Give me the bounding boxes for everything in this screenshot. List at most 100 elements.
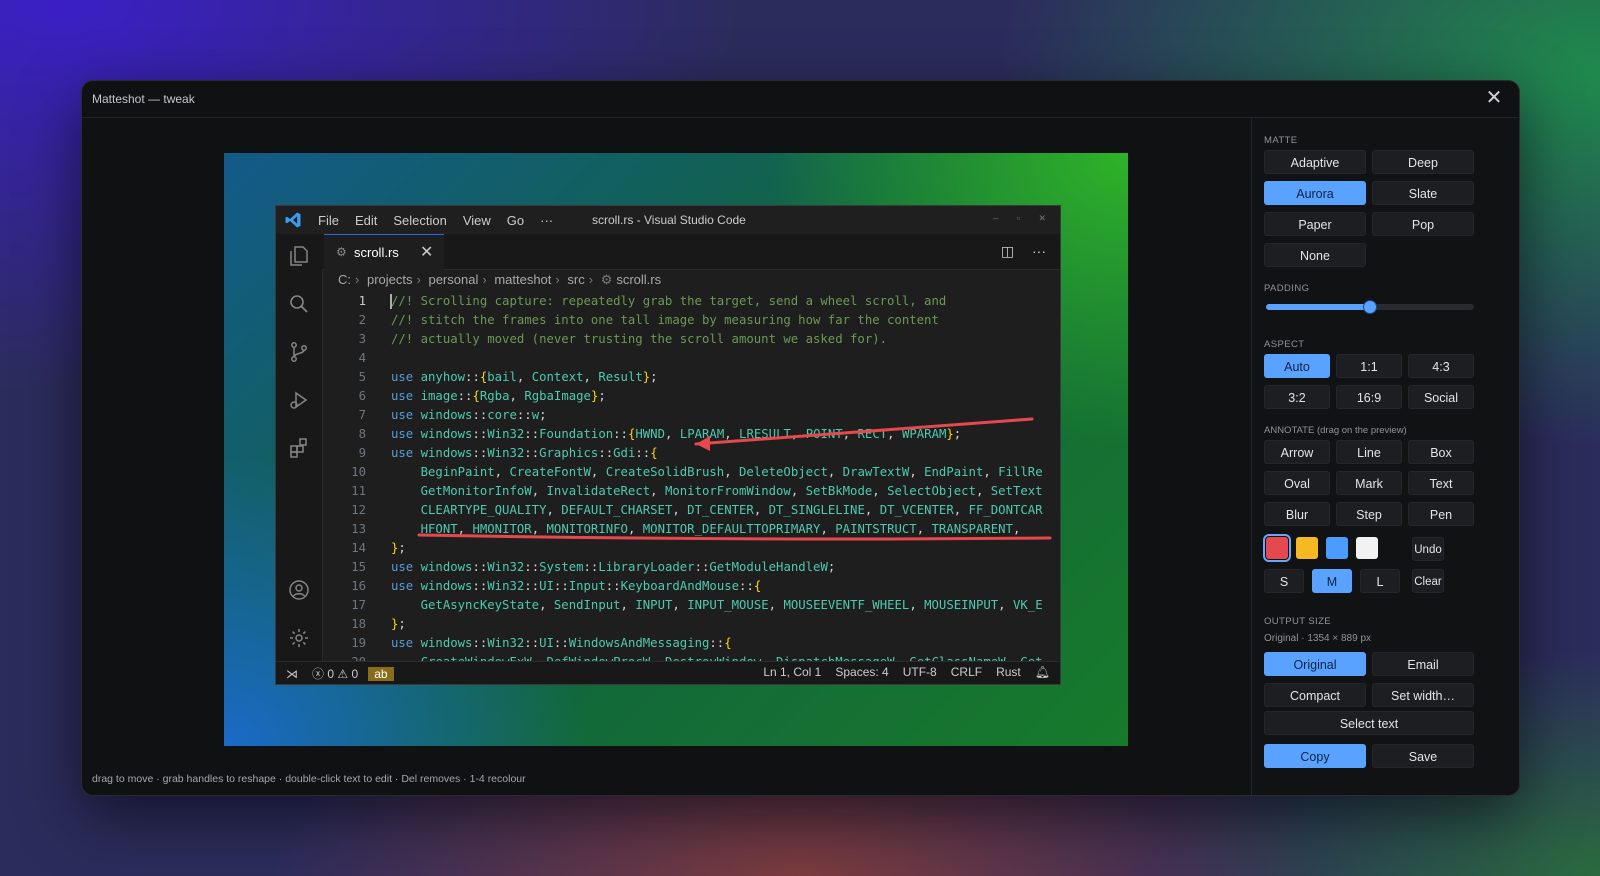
line-number: 8 bbox=[358, 427, 366, 441]
aspect-1-1-button[interactable]: 1:1 bbox=[1336, 354, 1402, 378]
tool-arrow-button[interactable]: Arrow bbox=[1264, 440, 1330, 464]
line-number: 3 bbox=[358, 332, 366, 346]
activity-bar bbox=[276, 234, 323, 662]
close-icon[interactable]: ✕ bbox=[1483, 87, 1505, 109]
menu-go: Go bbox=[506, 213, 525, 228]
line-number: 19 bbox=[351, 636, 366, 650]
line-text: //! actually moved (never trusting the s… bbox=[391, 332, 888, 346]
output-set-width-button[interactable]: Set width… bbox=[1372, 683, 1474, 707]
line-text: use windows::Win32::Foundation::{HWND, L… bbox=[391, 427, 962, 441]
size-s-button[interactable]: S bbox=[1264, 569, 1304, 593]
line-text: CLEARTYPE_QUALITY, DEFAULT_CHARSET, DT_C… bbox=[420, 503, 1043, 517]
tool-line-button[interactable]: Line bbox=[1336, 440, 1402, 464]
matte-adaptive-button[interactable]: Adaptive bbox=[1264, 150, 1366, 174]
padding-slider-fill bbox=[1266, 304, 1370, 310]
matte-slate-button[interactable]: Slate bbox=[1372, 181, 1474, 205]
tab-scroll-rs: ⚙ scroll.rs ✕ bbox=[324, 234, 444, 270]
code-line: 1 //! Scrolling capture: repeatedly grab … bbox=[322, 292, 1060, 311]
tool-step-button[interactable]: Step bbox=[1336, 502, 1402, 526]
bell-icon: 🔔︎ bbox=[1034, 665, 1050, 679]
code-line: 5 use anyhow::{bail, Context, Result}; bbox=[322, 368, 1060, 387]
line-text: use windows::Win32::UI::WindowsAndMessag… bbox=[391, 636, 732, 650]
matte-paper-button[interactable]: Paper bbox=[1264, 212, 1366, 236]
crumb-drive: C: bbox=[338, 272, 351, 287]
editor-tabs: ⚙ scroll.rs ✕ ◫ ··· bbox=[322, 234, 1060, 270]
line-text: }; bbox=[391, 617, 406, 631]
vscode-window-title: scroll.rs - Visual Studio Code bbox=[592, 213, 746, 227]
color-white-swatch[interactable] bbox=[1356, 537, 1378, 559]
chevron-right-icon: › bbox=[355, 272, 360, 287]
select-text-button[interactable]: Select text bbox=[1264, 711, 1474, 735]
line-ending: CRLF bbox=[950, 665, 983, 679]
code-line: 15 use windows::Win32::System::LibraryLoa… bbox=[322, 558, 1060, 577]
code-line: 8 use windows::Win32::Foundation::{HWND, … bbox=[322, 425, 1060, 444]
line-text: //! stitch the frames into one tall imag… bbox=[391, 313, 939, 327]
line-text: use anyhow::{bail, Context, Result}; bbox=[391, 370, 658, 384]
crumb-projects: projects bbox=[366, 272, 413, 287]
code-line: 14}; bbox=[322, 539, 1060, 558]
settings-gear-icon bbox=[290, 629, 308, 647]
encoding: UTF-8 bbox=[902, 665, 937, 679]
output-email-button[interactable]: Email bbox=[1372, 652, 1474, 676]
line-number: 16 bbox=[351, 579, 366, 593]
account-icon bbox=[289, 580, 309, 600]
explorer-icon bbox=[290, 246, 308, 266]
output-original-button[interactable]: Original bbox=[1264, 652, 1366, 676]
menu-more: ··· bbox=[540, 213, 554, 228]
line-number: 15 bbox=[351, 560, 366, 574]
padding-slider-handle[interactable] bbox=[1363, 300, 1377, 314]
color-yellow-swatch[interactable] bbox=[1296, 537, 1318, 559]
code-line: 9 use windows::Win32::Graphics::Gdi::{ bbox=[322, 444, 1060, 463]
status-mode-badge: ab bbox=[368, 666, 394, 681]
more-actions-icon: ··· bbox=[1032, 243, 1046, 259]
padding-slider[interactable] bbox=[1266, 300, 1474, 314]
size-m-button[interactable]: M bbox=[1312, 569, 1352, 593]
output-compact-button[interactable]: Compact bbox=[1264, 683, 1366, 707]
matte-none-button[interactable]: None bbox=[1264, 243, 1366, 267]
size-l-button[interactable]: L bbox=[1360, 569, 1400, 593]
title-bar[interactable]: Matteshot — tweak ✕ bbox=[82, 81, 1519, 118]
breadcrumb: C: › projects › personal › matteshot › src › … bbox=[338, 272, 665, 288]
matte-aurora-button[interactable]: Aurora bbox=[1264, 181, 1366, 205]
tool-text-button[interactable]: Text bbox=[1408, 471, 1474, 495]
search-icon bbox=[290, 295, 308, 313]
aspect-16-9-button[interactable]: 16:9 bbox=[1336, 385, 1402, 409]
line-text: use windows::core::w; bbox=[391, 408, 547, 422]
vscode-titlebar: File Edit Selection View Go ··· scroll.r… bbox=[276, 206, 1060, 235]
aspect-4-3-button[interactable]: 4:3 bbox=[1408, 354, 1474, 378]
code-line: 13 HFONT, HMONITOR, MONITORINFO, MONITOR… bbox=[322, 520, 1060, 539]
aspect-3-2-button[interactable]: 3:2 bbox=[1264, 385, 1330, 409]
line-number: 11 bbox=[351, 484, 366, 498]
chevron-right-icon: › bbox=[555, 272, 560, 287]
code-line: 3 //! actually moved (never trusting the … bbox=[322, 330, 1060, 349]
code-line: 11 GetMonitorInfoW, InvalidateRect, Moni… bbox=[322, 482, 1060, 501]
line-text: GetAsyncKeyState, SendInput, INPUT, INPU… bbox=[420, 598, 1043, 612]
aspect-social-button[interactable]: Social bbox=[1408, 385, 1474, 409]
undo-button[interactable]: Undo bbox=[1412, 537, 1444, 561]
tool-blur-button[interactable]: Blur bbox=[1264, 502, 1330, 526]
line-number: 17 bbox=[351, 598, 366, 612]
menu-view: View bbox=[462, 213, 491, 228]
color-blue-swatch[interactable] bbox=[1326, 537, 1348, 559]
matte-deep-button[interactable]: Deep bbox=[1372, 150, 1474, 174]
save-button[interactable]: Save bbox=[1372, 744, 1474, 768]
preview-canvas[interactable]: File Edit Selection View Go ··· scroll.r… bbox=[224, 153, 1128, 746]
copy-button[interactable]: Copy bbox=[1264, 744, 1366, 768]
warnings-icon: ⚠ bbox=[337, 666, 349, 681]
output-section-label: OUTPUT SIZE bbox=[1264, 616, 1332, 627]
menu-edit: Edit bbox=[354, 213, 378, 228]
color-red-swatch[interactable] bbox=[1263, 534, 1291, 562]
line-text: BeginPaint, CreateFontW, CreateSolidBrus… bbox=[420, 465, 1043, 479]
window-title: Matteshot — tweak bbox=[92, 92, 195, 106]
tool-box-button[interactable]: Box bbox=[1408, 440, 1474, 464]
settings-panel: MATTE Adaptive Deep Aurora Slate Paper P… bbox=[1251, 118, 1519, 795]
aspect-auto-button[interactable]: Auto bbox=[1264, 354, 1330, 378]
status-bar: ⋊ ⓧ 0 ⚠ 0 ab Ln 1, Col 1 Spaces: 4 UTF-8… bbox=[276, 661, 1060, 684]
tool-oval-button[interactable]: Oval bbox=[1264, 471, 1330, 495]
line-number: 5 bbox=[358, 370, 366, 384]
clear-button[interactable]: Clear bbox=[1412, 569, 1444, 593]
tool-pen-button[interactable]: Pen bbox=[1408, 502, 1474, 526]
matte-pop-button[interactable]: Pop bbox=[1372, 212, 1474, 236]
line-number: 4 bbox=[358, 351, 366, 365]
tool-mark-button[interactable]: Mark bbox=[1336, 471, 1402, 495]
